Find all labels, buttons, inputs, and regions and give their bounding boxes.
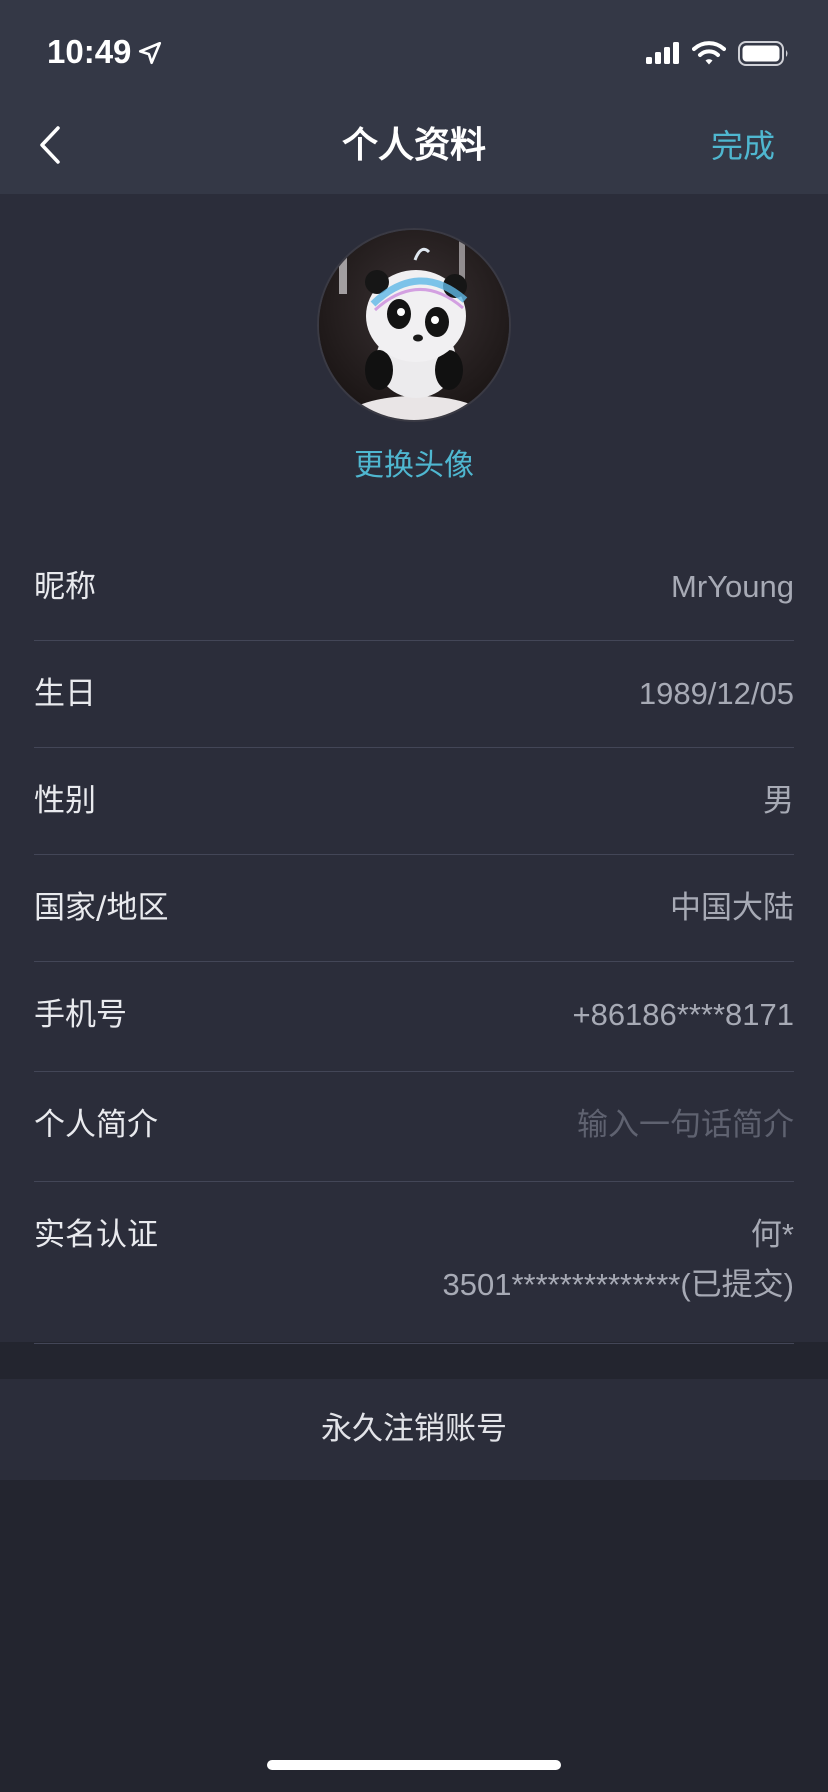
real-name-label: 实名认证 — [34, 1217, 158, 1253]
real-name-value: 何* 3501**************(已提交) — [442, 1210, 794, 1310]
profile-card: 更换头像 昵称 MrYoung 生日 1989/12/05 性别 男 国家/地区… — [0, 194, 828, 1344]
page-title: 个人资料 — [341, 125, 486, 166]
profile-fields: 昵称 MrYoung 生日 1989/12/05 性别 男 国家/地区 中国大陆… — [34, 534, 794, 1344]
status-time-text: 10:49 — [47, 33, 132, 70]
deactivate-account-button[interactable]: 永久注销账号 — [0, 1379, 828, 1480]
profile-screen: 10:49 个人资料 完成 更换头像 昵称 MrYoung 生日 1989/12… — [0, 0, 828, 1792]
wifi-icon — [692, 40, 726, 64]
phone-value: +86186****8171 — [572, 997, 794, 1032]
done-button[interactable]: 完成 — [711, 118, 775, 174]
gender-label: 性别 — [34, 783, 96, 819]
panda-avatar-image — [319, 230, 509, 420]
real-name-masked: 何* — [750, 1217, 794, 1252]
change-avatar-link[interactable]: 更换头像 — [0, 444, 828, 488]
status-time: 10:49 — [47, 30, 163, 74]
gender-row[interactable]: 性别 男 — [34, 748, 794, 855]
nickname-row[interactable]: 昵称 MrYoung — [34, 534, 794, 641]
phone-label: 手机号 — [34, 997, 127, 1033]
bio-label: 个人简介 — [34, 1107, 158, 1143]
bio-input[interactable]: 输入一句话简介 — [577, 1104, 794, 1146]
birthday-label: 生日 — [34, 676, 96, 712]
region-label: 国家/地区 — [34, 890, 169, 926]
phone-row[interactable]: 手机号 +86186****8171 — [34, 962, 794, 1072]
gender-value: 男 — [763, 783, 794, 818]
birthday-row[interactable]: 生日 1989/12/05 — [34, 641, 794, 748]
cellular-signal-icon — [646, 42, 679, 64]
status-icons — [646, 38, 790, 68]
real-name-verification-row[interactable]: 实名认证 何* 3501**************(已提交) — [34, 1182, 794, 1344]
id-number-masked: 3501**************(已提交) — [442, 1267, 794, 1302]
nickname-label: 昵称 — [34, 569, 96, 605]
region-value: 中国大陆 — [670, 890, 794, 925]
region-row[interactable]: 国家/地区 中国大陆 — [34, 855, 794, 962]
avatar[interactable] — [317, 228, 511, 422]
nickname-value: MrYoung — [671, 569, 794, 604]
home-indicator[interactable] — [267, 1760, 561, 1770]
bio-row[interactable]: 个人简介 输入一句话简介 — [34, 1072, 794, 1182]
top-bar: 10:49 个人资料 完成 — [0, 0, 828, 194]
birthday-value: 1989/12/05 — [638, 676, 794, 711]
location-arrow-icon — [139, 41, 162, 65]
battery-icon — [738, 40, 788, 66]
